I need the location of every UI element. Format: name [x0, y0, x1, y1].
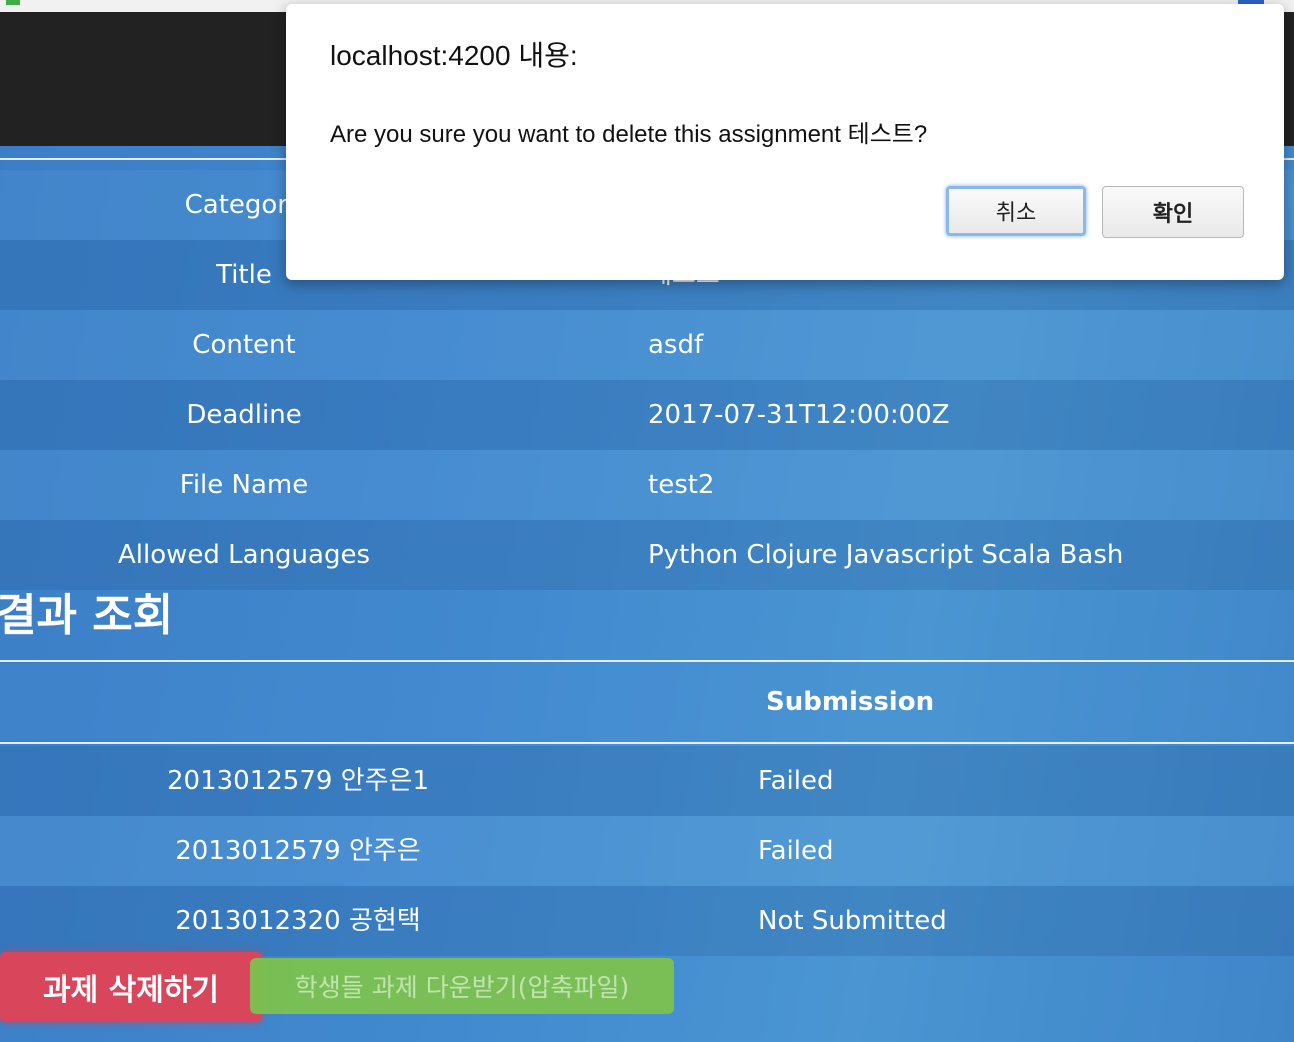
confirm-button[interactable]: 확인	[1102, 186, 1244, 238]
dialog-title: localhost:4200 내용:	[330, 40, 578, 71]
info-value: 2017-07-31T12:00:00Z	[648, 400, 950, 430]
info-row-content: Content asdf	[0, 310, 1294, 380]
table-row: 2013012579 안주은1 Failed	[0, 746, 1294, 816]
browser-tab-indicator	[6, 0, 20, 5]
table-row: 2013012320 공현택 Not Submitted	[0, 886, 1294, 956]
submission-cell: Failed	[758, 766, 834, 796]
info-label: Content	[192, 330, 296, 360]
submission-cell: Failed	[758, 836, 834, 866]
delete-assignment-button[interactable]: 과제 삭제하기	[0, 952, 262, 1022]
dialog-message: Are you sure you want to delete this ass…	[330, 121, 928, 148]
results-section-title: 결과 조회	[0, 590, 174, 641]
cancel-button[interactable]: 취소	[946, 186, 1086, 236]
info-value: test2	[648, 470, 715, 500]
info-label: File Name	[179, 470, 309, 500]
student-cell: 2013012320 공현택	[175, 906, 421, 936]
student-cell: 2013012579 안주은	[175, 836, 421, 866]
confirm-dialog: localhost:4200 내용: Are you sure you want…	[286, 4, 1284, 280]
results-table: 2013012579 안주은1 Failed 2013012579 안주은 Fa…	[0, 746, 1294, 956]
info-label: Allowed Languages	[117, 540, 371, 570]
submission-cell: Not Submitted	[758, 906, 947, 936]
results-table-header: Submission	[0, 664, 1294, 740]
student-cell: 2013012579 안주은1	[167, 766, 429, 796]
submission-column-header: Submission	[766, 687, 935, 717]
info-row-allowed-languages: Allowed Languages Python Clojure Javascr…	[0, 520, 1294, 590]
info-row-deadline: Deadline 2017-07-31T12:00:00Z	[0, 380, 1294, 450]
divider	[0, 660, 1294, 662]
download-submissions-button[interactable]: 학생들 과제 다운받기(압축파일)	[250, 958, 674, 1014]
info-label: Deadline	[186, 400, 302, 430]
info-row-file-name: File Name test2	[0, 450, 1294, 520]
table-row: 2013012579 안주은 Failed	[0, 816, 1294, 886]
info-value: Python Clojure Javascript Scala Bash	[648, 540, 1124, 570]
info-value: asdf	[648, 330, 704, 360]
divider	[0, 742, 1294, 744]
